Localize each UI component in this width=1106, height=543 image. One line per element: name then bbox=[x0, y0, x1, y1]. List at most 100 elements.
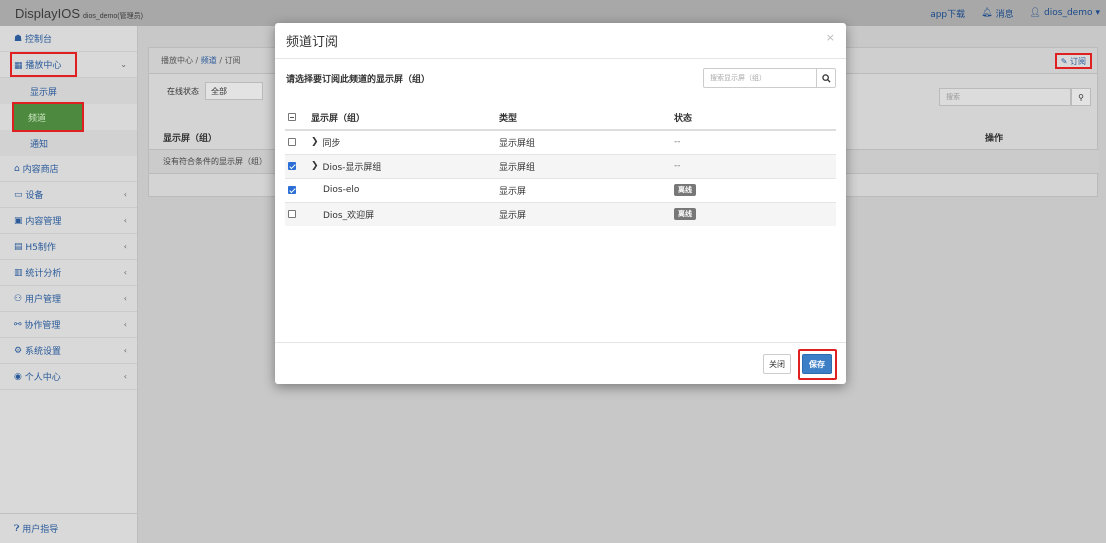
sidebar-item-label: 内容管理 bbox=[25, 217, 62, 227]
sidebar-item-label: 个人中心 bbox=[24, 373, 61, 383]
sidebar-item-statistics[interactable]: ▥ 统计分析 ‹ bbox=[0, 260, 137, 286]
chevron-right-icon[interactable]: ❯ bbox=[311, 137, 319, 147]
row-name: Dios_欢迎屏 bbox=[311, 201, 499, 226]
breadcrumb-play-center[interactable]: 播放中心 bbox=[161, 55, 193, 66]
sidebar-item-label: 设备 bbox=[25, 191, 44, 201]
display-search-input[interactable]: 搜索显示屏（组） bbox=[703, 68, 817, 88]
status-select[interactable]: 全部 bbox=[205, 82, 263, 100]
app-download-link[interactable]: app下载 bbox=[930, 7, 965, 20]
status-badge: 离线 bbox=[674, 208, 696, 221]
chart-icon: ▥ bbox=[14, 267, 26, 278]
sidebar-item-label: 控制台 bbox=[24, 35, 52, 45]
content-icon: ▣ bbox=[14, 215, 26, 226]
messages-label: 消息 bbox=[995, 9, 1014, 20]
display-search-button[interactable] bbox=[816, 68, 836, 88]
row-status: -- bbox=[674, 137, 681, 148]
row-checkbox[interactable] bbox=[288, 137, 296, 146]
page-search-button[interactable]: ⚲ bbox=[1071, 88, 1091, 106]
breadcrumb-channel[interactable]: 频道 bbox=[201, 55, 217, 66]
table-row[interactable]: ❯ 同步 显示屏组 -- bbox=[285, 129, 836, 154]
sidebar-item-collaboration[interactable]: ⚯ 协作管理 ‹ bbox=[0, 312, 137, 338]
sidebar-subitem-displays[interactable]: 显示屏 bbox=[0, 78, 137, 104]
table-row[interactable]: ❯ Dios-显示屏组 显示屏组 -- bbox=[285, 153, 836, 178]
chevron-left-icon: ‹ bbox=[123, 320, 127, 329]
row-type: 显示屏组 bbox=[499, 129, 674, 154]
h5-icon: ▤ bbox=[14, 241, 26, 252]
sidebar-item-label: 统计分析 bbox=[25, 269, 62, 279]
sidebar-item-devices[interactable]: ▭ 设备 ‹ bbox=[0, 182, 137, 208]
share-icon: ⚯ bbox=[14, 319, 25, 330]
select-all-checkbox[interactable] bbox=[288, 113, 296, 121]
modal-body: 请选择要订阅此频道的显示屏（组） 搜索显示屏（组） 显示屏（组） 类型 状态 ❯… bbox=[275, 60, 846, 342]
chevron-left-icon: ‹ bbox=[123, 372, 127, 381]
sidebar-item-settings[interactable]: ⚙ 系统设置 ‹ bbox=[0, 338, 137, 364]
page-search-input[interactable]: 搜索 bbox=[939, 88, 1071, 106]
channel-subscribe-modal: 频道订阅 × 请选择要订阅此频道的显示屏（组） 搜索显示屏（组） 显示屏（组） … bbox=[275, 23, 846, 384]
row-checkbox[interactable] bbox=[288, 209, 296, 218]
modal-footer: 关闭 保存 bbox=[275, 342, 846, 384]
user-guide-link[interactable]: ❓︎ 用户指导 bbox=[0, 513, 138, 543]
sidebar-subitem-channels[interactable]: 频道 bbox=[12, 102, 84, 132]
row-status: -- bbox=[674, 161, 681, 171]
profile-icon: ◉ bbox=[14, 371, 25, 382]
table-row[interactable]: Dios-elo 显示屏 离线 bbox=[285, 177, 836, 202]
sidebar-subitem-notifications[interactable]: 通知 bbox=[0, 130, 137, 156]
search-icon: ⚲ bbox=[1078, 92, 1084, 102]
user-guide-label: 用户指导 bbox=[22, 525, 59, 535]
sidebar-item-profile[interactable]: ◉ 个人中心 ‹ bbox=[0, 364, 137, 390]
brand-user-role: dios_demo(管理员) bbox=[83, 12, 143, 20]
empty-text: 没有符合条件的显示屏（组） bbox=[163, 157, 267, 166]
table-header-row: 显示屏（组） 类型 状态 bbox=[285, 106, 836, 131]
sidebar-item-play-center[interactable]: ▦ 播放中心 ⌄ bbox=[0, 52, 137, 78]
store-icon: ⌂ bbox=[14, 163, 23, 174]
sidebar-item-label: 协作管理 bbox=[24, 321, 61, 331]
sidebar-item-label: 内容商店 bbox=[22, 165, 59, 175]
sidebar-item-content-store[interactable]: ⌂ 内容商店 bbox=[0, 156, 137, 182]
sidebar: ☗ 控制台 ▦ 播放中心 ⌄ 显示屏 频道 通知 ⌂ 内容商店 ▭ 设备 ‹ ▣ 内… bbox=[0, 26, 138, 543]
user-icon: 👤︎ bbox=[1029, 8, 1042, 18]
table-row[interactable]: Dios_欢迎屏 显示屏 离线 bbox=[285, 201, 836, 226]
chevron-left-icon: ‹ bbox=[123, 216, 127, 225]
brand-logo[interactable]: DisplayIOS dios_demo(管理员) bbox=[0, 6, 143, 21]
modal-prompt: 请选择要订阅此频道的显示屏（组） bbox=[286, 75, 431, 85]
status-badge: 离线 bbox=[674, 184, 696, 196]
chevron-left-icon: ‹ bbox=[123, 242, 127, 251]
row-type: 显示屏 bbox=[499, 201, 674, 226]
breadcrumb-subscribe: 订阅 bbox=[224, 56, 241, 65]
sidebar-item-h5[interactable]: ▤ H5制作 ‹ bbox=[0, 234, 137, 260]
users-icon: ⚇ bbox=[14, 293, 25, 304]
subscribe-button[interactable]: ✎ 订阅 bbox=[1054, 53, 1092, 69]
row-checkbox[interactable] bbox=[288, 185, 296, 194]
monitor-icon: ▭ bbox=[14, 189, 26, 200]
column-header-name: 显示屏（组） bbox=[311, 106, 499, 131]
display-table: 显示屏（组） 类型 状态 ❯ 同步 显示屏组 -- ❯ Dios-显示屏组 显示屏组… bbox=[285, 106, 836, 226]
column-header-actions: 操作 bbox=[985, 134, 1004, 144]
chevron-left-icon: ‹ bbox=[123, 294, 127, 303]
sidebar-item-content-management[interactable]: ▣ 内容管理 ‹ bbox=[0, 208, 137, 234]
modal-title: 频道订阅 bbox=[286, 35, 339, 50]
chevron-right-icon[interactable]: ❯ bbox=[311, 161, 319, 171]
chevron-down-icon: ⌄ bbox=[120, 60, 127, 69]
row-name: Dios-elo bbox=[311, 177, 499, 202]
row-type: 显示屏组 bbox=[499, 153, 674, 178]
row-name: 同步 bbox=[322, 138, 341, 149]
messages-link[interactable]: 🔔︎ 消息 bbox=[981, 7, 1013, 20]
status-select-value: 全部 bbox=[211, 86, 227, 96]
user-name: dios_demo bbox=[1044, 8, 1093, 18]
row-checkbox[interactable] bbox=[288, 161, 296, 170]
sidebar-item-label: H5制作 bbox=[25, 243, 56, 253]
user-menu[interactable]: 👤︎ dios_demo ▾ bbox=[1030, 8, 1100, 18]
sidebar-item-users[interactable]: ⚇ 用户管理 ‹ bbox=[0, 286, 137, 312]
column-header-status: 状态 bbox=[674, 106, 836, 131]
column-header-type: 类型 bbox=[499, 106, 674, 131]
close-button[interactable]: 关闭 bbox=[763, 354, 791, 374]
dashboard-icon: ☗ bbox=[14, 33, 25, 44]
save-button[interactable]: 保存 bbox=[802, 354, 832, 374]
modal-header: 频道订阅 × bbox=[275, 23, 846, 59]
close-icon[interactable]: × bbox=[826, 31, 835, 44]
row-type: 显示屏 bbox=[499, 177, 674, 202]
sidebar-item-dashboard[interactable]: ☗ 控制台 bbox=[0, 26, 137, 52]
row-name: Dios-显示屏组 bbox=[322, 162, 382, 173]
help-icon: ❓︎ bbox=[14, 523, 23, 534]
gear-icon: ⚙ bbox=[14, 345, 25, 356]
